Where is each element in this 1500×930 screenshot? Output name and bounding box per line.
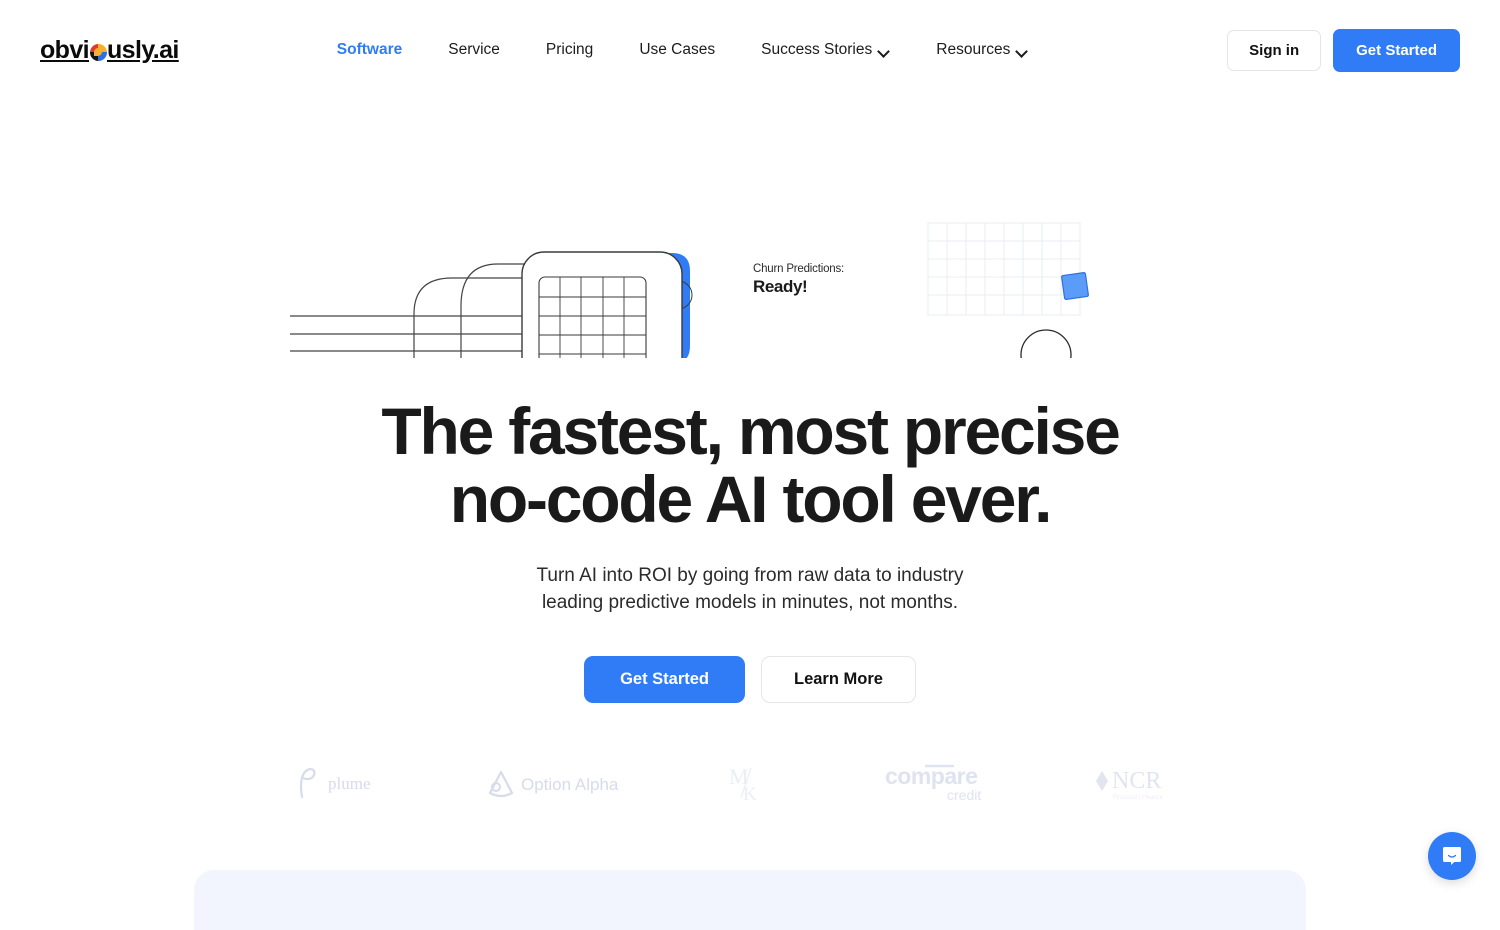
logo-option-alpha-text: Option Alpha [521,775,619,794]
logo-ncr-subtext: Financial | Finance [1113,795,1164,801]
learn-more-button[interactable]: Learn More [761,656,916,703]
logo-option-alpha: Option Alpha [450,753,650,813]
logo-mk: M K [650,753,850,813]
get-started-button-hero[interactable]: Get Started [584,656,745,703]
brand-logo[interactable]: obvi usly.ai [40,38,179,63]
nav-label: Use Cases [639,41,715,59]
logo-plume: plume [250,753,450,813]
hero-section: Churn Predictions: Ready! The fastest, m… [0,118,1500,813]
logo-ncr: NCR Financial | Finance [1050,753,1250,813]
brand-text-after: usly.ai [107,38,179,63]
get-started-button-header[interactable]: Get Started [1333,29,1460,72]
next-section-panel [194,870,1306,930]
chevron-down-icon [879,46,890,57]
screen-text-block: Churn Predictions: Ready! [753,263,893,297]
nav-item-service[interactable]: Service [425,31,523,69]
nav-item-success-stories[interactable]: Success Stories [738,31,913,69]
wires [290,264,560,358]
brand-text-before: obvi [40,38,89,63]
hero-subtitle-line-1: Turn AI into ROI by going from raw data … [537,565,964,586]
screen-status: Ready! [753,277,893,297]
sign-in-button[interactable]: Sign in [1227,30,1321,71]
logo-compare-credit: compare credit [850,753,1050,813]
intercom-chat-icon [1440,844,1464,868]
svg-text:K: K [743,784,757,805]
hero-title-line-2: no-code AI tool ever. [450,462,1050,536]
background-grid [928,223,1080,315]
hero-cta-group: Get Started Learn More [0,656,1500,703]
customer-logo-strip: plume Option Alpha M K compare credit [0,753,1500,813]
logo-ncr-text: NCR [1112,768,1161,794]
main-nav: Software Service Pricing Use Cases Succe… [314,31,1052,69]
nav-label: Resources [936,41,1010,59]
nav-item-resources[interactable]: Resources [913,31,1051,69]
logo-credit-text: credit [947,787,981,803]
nav-label: Software [337,41,402,59]
nav-label: Success Stories [761,41,872,59]
machine-body [522,252,682,358]
nav-item-pricing[interactable]: Pricing [523,31,616,69]
screen-label: Churn Predictions: [753,263,893,275]
logo-plume-text: plume [328,774,371,793]
page-title: The fastest, most precise no-code AI too… [0,398,1500,534]
chat-launcher-button[interactable] [1428,832,1476,880]
header-actions: Sign in Get Started [1227,29,1460,72]
chevron-down-icon [1017,46,1028,57]
hero-title-line-1: The fastest, most precise [381,394,1118,468]
hero-illustration: Churn Predictions: Ready! [0,118,1500,358]
logo-mark-icon [90,44,107,61]
nav-item-use-cases[interactable]: Use Cases [616,31,738,69]
site-header: obvi usly.ai Software Service Pricing Us… [0,0,1500,100]
nav-label: Service [448,41,500,59]
nav-label: Pricing [546,41,593,59]
hero-subtitle-line-2: leading predictive models in minutes, no… [542,592,958,613]
nav-item-software[interactable]: Software [314,31,425,69]
hero-subtitle: Turn AI into ROI by going from raw data … [0,562,1500,617]
